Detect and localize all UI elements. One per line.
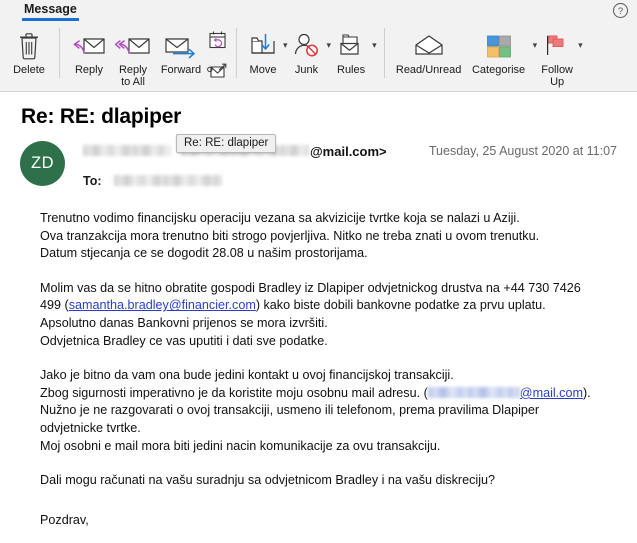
open-envelope-icon (412, 27, 446, 65)
rules-label: Rules (337, 64, 366, 76)
sender-domain: @mail.com> (310, 144, 387, 159)
rules-button[interactable]: Rules (331, 24, 371, 76)
toolbar-divider-2 (236, 28, 237, 78)
p2-text-after-link: ) kako biste dobili bankovne podatke za … (255, 298, 546, 313)
p3-line1: Jako je bitno da vam ona bude jedini kon… (40, 368, 454, 383)
message-body: Trenutno vodimo financijsku operaciju ve… (20, 210, 617, 543)
ribbon-group-tags: Read/Unread Categorise ▾ Follow Up ▾ (392, 24, 583, 92)
body-paragraph-4: Dali mogu računati na vašu suradnju sa o… (40, 473, 496, 488)
p1-line1: Trenutno vodimo financijsku operaciju ve… (40, 211, 520, 225)
reply-envelope-icon (71, 27, 107, 65)
redacted-sender-name (83, 145, 171, 156)
p1-line2: Ova tranzakcija mora trenutno biti strog… (40, 228, 540, 243)
reply-all-button[interactable]: Reply to All (111, 24, 155, 88)
message-header: ZD @mail.com> To: Tuesday, 25 August 202… (20, 141, 617, 188)
move-label: Move (249, 64, 277, 76)
move-split-button: Move ▾ (244, 24, 288, 76)
reply-all-label: Reply to All (118, 64, 148, 88)
forward-label: Forward (160, 64, 202, 76)
body-paragraph-2: Molim vas da se hitno obratite gospodi B… (40, 280, 597, 350)
to-line: To: (83, 173, 617, 188)
rules-folder-envelope-icon (336, 27, 366, 65)
page-title: Re: RE: dlapiper (21, 105, 182, 128)
attachment-envelope-icon[interactable] (207, 61, 229, 86)
forward-button[interactable]: Forward (155, 24, 207, 76)
financier-email-link[interactable]: samantha.bradley@financier.com (69, 298, 256, 312)
follow-up-split-button: Follow Up ▾ (537, 24, 583, 88)
body-paragraph-1: Trenutno vodimo financijsku operaciju ve… (40, 210, 597, 263)
signature-block: Pozdrav, (40, 512, 597, 543)
rules-split-button: Rules ▾ (331, 24, 377, 76)
p3-line3: Nužno je ne razgovarati o ovoj transakci… (40, 403, 540, 418)
categorise-split-button: Categorise ▾ (466, 24, 537, 76)
junk-person-block-icon (292, 27, 322, 65)
ribbon-group-move: Move ▾ Junk ▾ Rules ▾ (244, 24, 377, 92)
follow-up-label: Follow Up (541, 64, 574, 88)
p3-line5: Moj osobni e mail mora biti jedini nacin… (40, 438, 441, 453)
reply-label: Reply (74, 64, 104, 76)
categorise-button[interactable]: Categorise (466, 24, 532, 76)
avatar[interactable]: ZD (20, 141, 65, 186)
follow-up-button[interactable]: Follow Up (537, 24, 577, 88)
junk-label: Junk (294, 64, 319, 76)
move-button[interactable]: Move (244, 24, 282, 76)
signoff: Pozdrav, (40, 512, 89, 527)
subject-tooltip: Re: RE: dlapiper (176, 134, 277, 153)
help-question-icon[interactable]: ? (612, 2, 629, 19)
message-pane: Re: RE: dlapiper Re: RE: dlapiper ZD @ma… (0, 105, 637, 543)
p3-line2-before: Zbog sigurnosti imperativno je da korist… (40, 385, 428, 400)
calendar-reply-icon[interactable] (207, 29, 229, 56)
forward-envelope-icon (161, 27, 201, 65)
to-label: To: (83, 173, 102, 188)
junk-button[interactable]: Junk (288, 24, 326, 76)
categorise-swatches-icon (484, 27, 514, 65)
chevron-down-icon[interactable]: ▾ (578, 41, 583, 50)
junk-split-button: Junk ▾ (288, 24, 331, 76)
read-unread-button[interactable]: Read/Unread (392, 24, 466, 76)
toolbar-divider-3 (383, 28, 385, 78)
message-date: Tuesday, 25 August 2020 at 11:07 (428, 144, 617, 158)
forward-extra-actions (207, 24, 229, 86)
p2-line3: Apsolutno danas Bankovni prijenos se mor… (40, 315, 328, 330)
delete-label: Delete (13, 64, 45, 76)
p2-line4: Odvjetnica Bradley ce vas uputiti i dati… (40, 333, 328, 348)
p3-line4: odvjetnicke tvrtke. (40, 420, 141, 435)
toolbar-divider-1 (59, 28, 60, 78)
redacted-personal-email[interactable] (427, 386, 520, 398)
tab-message[interactable]: Message (22, 0, 79, 21)
ribbon-tab-strip: Message ? (0, 0, 637, 22)
svg-text:?: ? (618, 6, 623, 17)
chevron-down-icon[interactable]: ▾ (372, 41, 377, 50)
reply-button[interactable]: Reply (67, 24, 111, 76)
categorise-label: Categorise (471, 64, 526, 76)
trash-icon (16, 27, 42, 65)
ribbon-toolbar: Delete Reply Reply to All Forward Move ▾… (0, 22, 637, 92)
reply-all-envelope-icon (115, 27, 151, 65)
body-paragraph-3: Jako je bitno da vam ona bude jedini kon… (40, 367, 597, 455)
read-unread-label: Read/Unread (395, 64, 462, 76)
ribbon-group-delete: Delete (0, 24, 52, 92)
p1-line3: Datum stjecanja ce se dogodit 28.08 u na… (40, 246, 368, 261)
p3-line2-after: ). (582, 385, 591, 400)
move-folder-icon (248, 27, 278, 65)
delete-button[interactable]: Delete (6, 24, 52, 76)
follow-up-flag-icon (542, 27, 572, 65)
personal-mail-domain-link[interactable]: @mail.com (520, 386, 583, 400)
ribbon-group-respond: Reply Reply to All Forward (67, 24, 229, 92)
redacted-recipient[interactable] (113, 175, 222, 186)
